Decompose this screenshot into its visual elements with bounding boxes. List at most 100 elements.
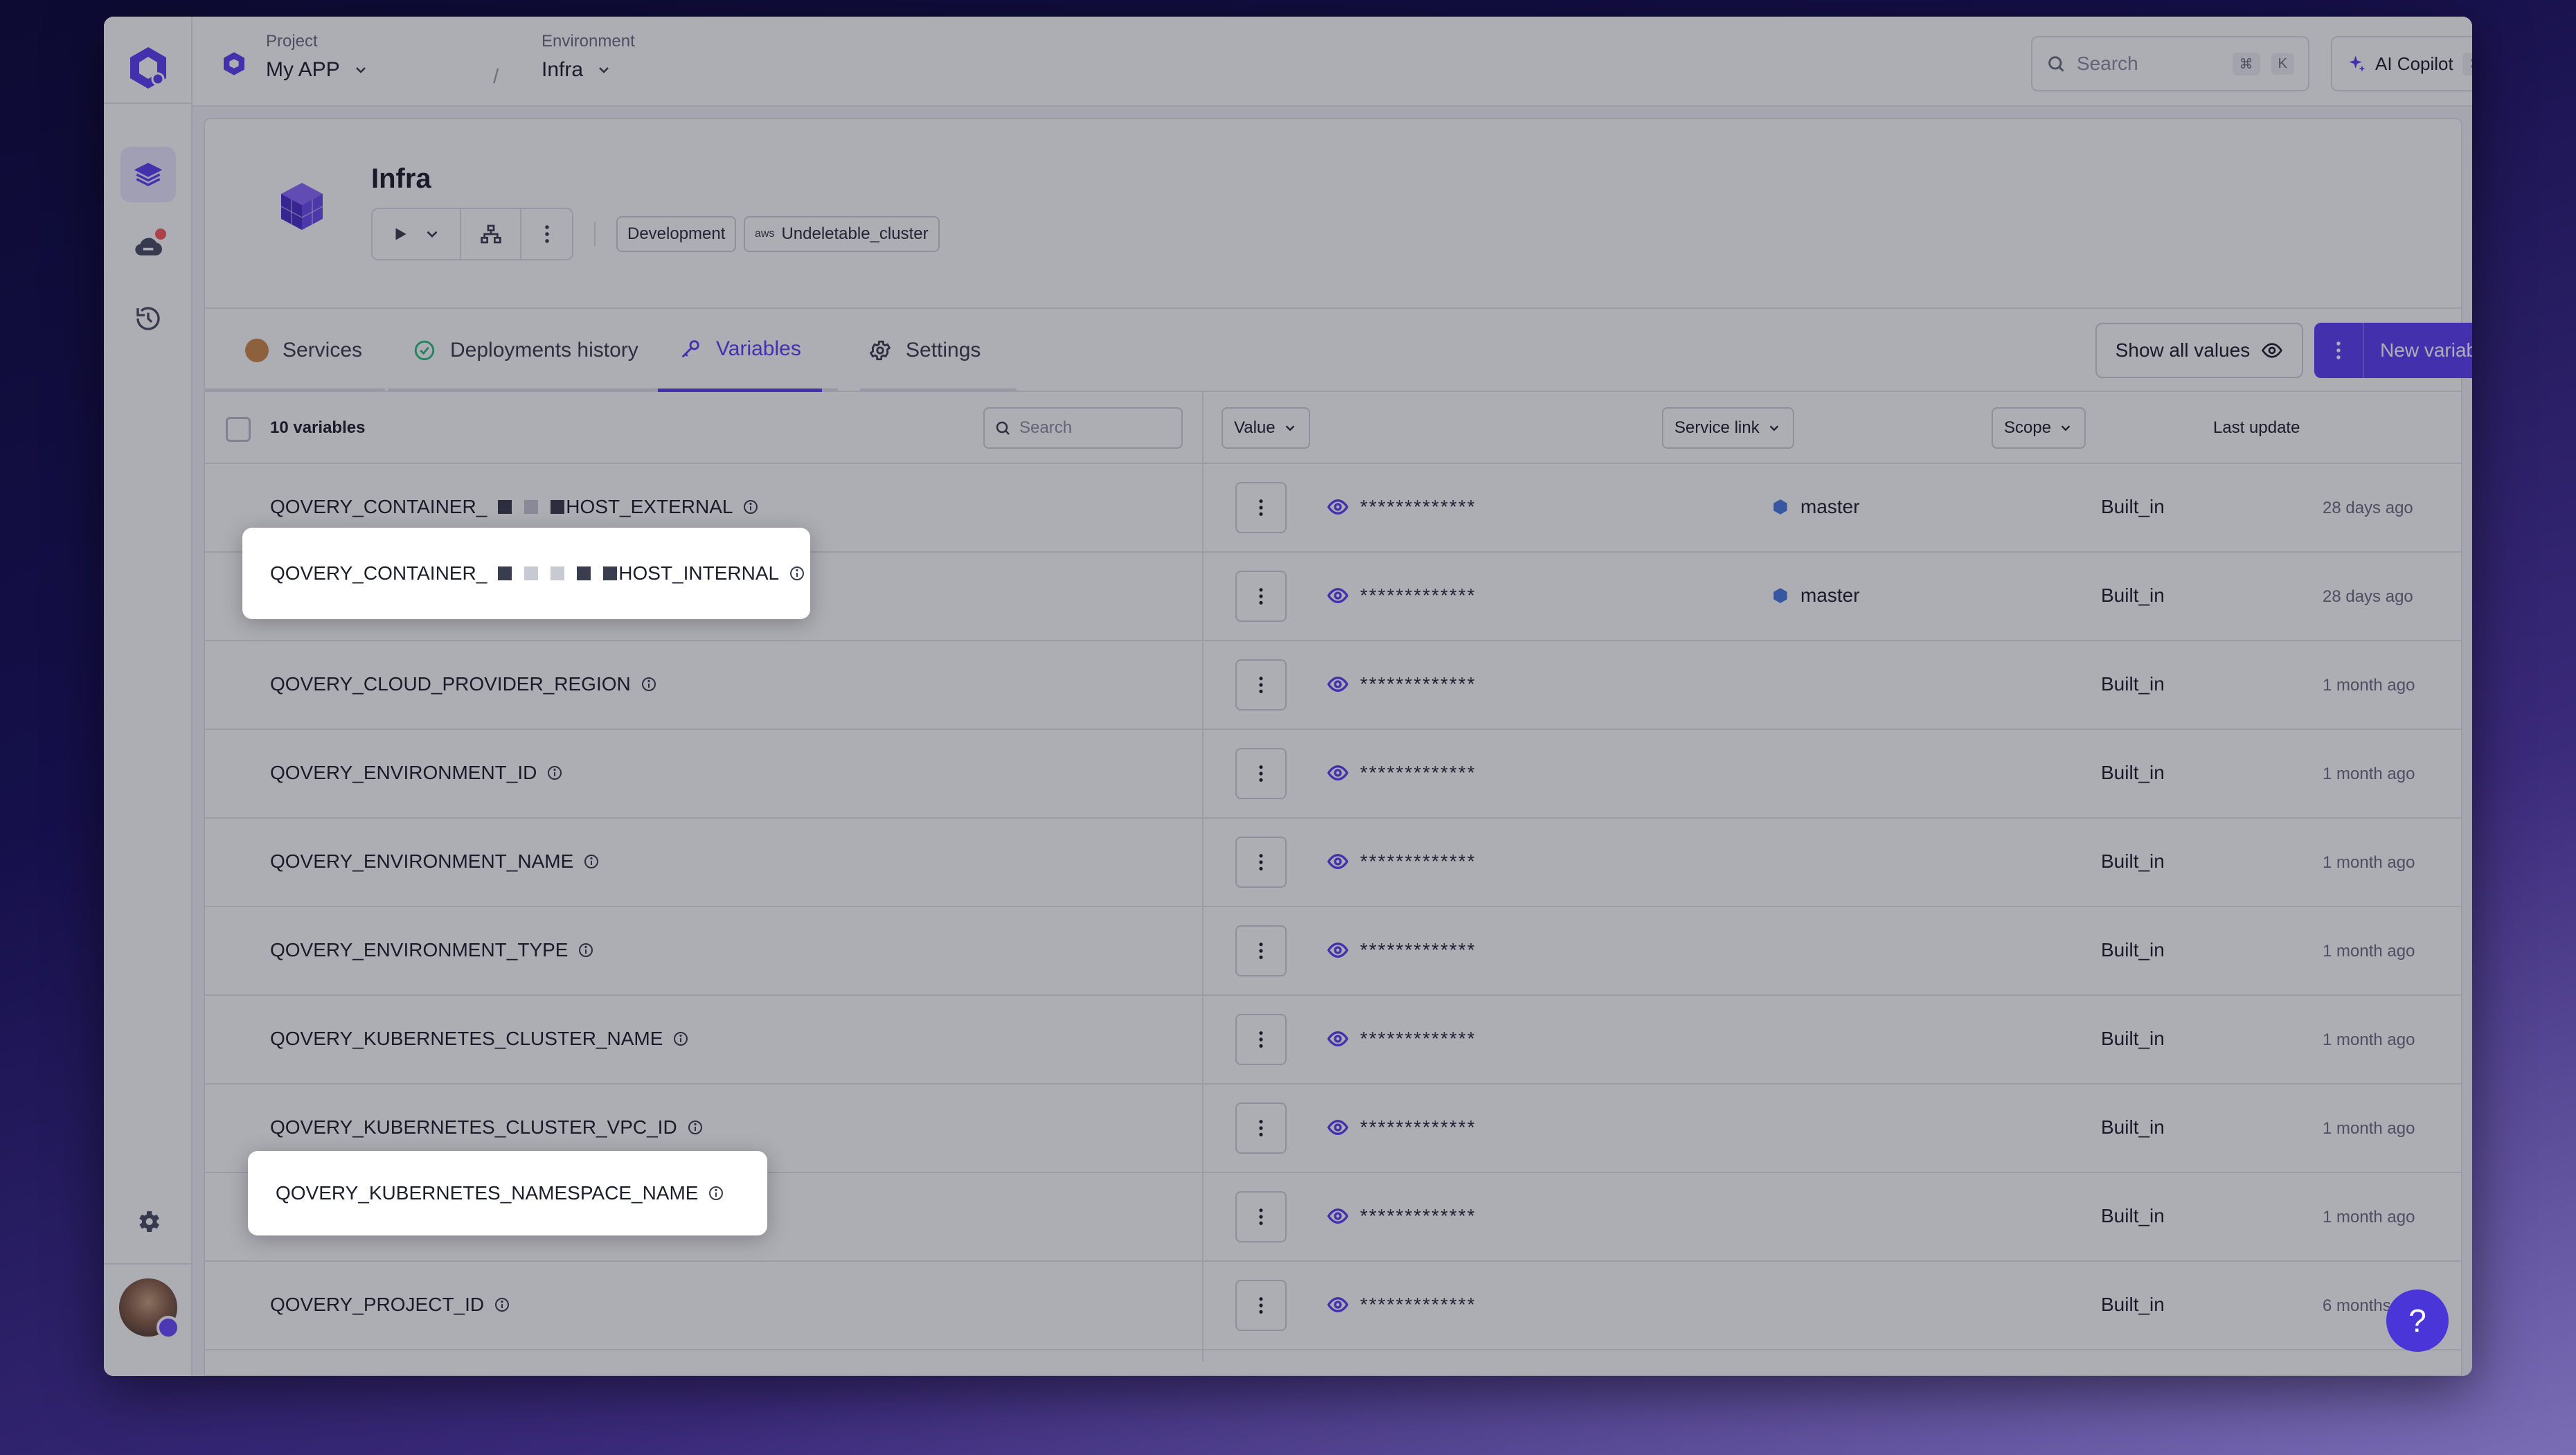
- masked-value: *************: [1360, 584, 1476, 606]
- variable-name-cell: QOVERY_CONTAINER_ HOST_EXTERNAL: [270, 496, 759, 518]
- info-icon[interactable]: [641, 676, 657, 693]
- variable-name: QOVERY_ENVIRONMENT_TYPE: [270, 939, 569, 961]
- new-variable-button[interactable]: New variable: [2364, 339, 2472, 361]
- eye-icon[interactable]: [1327, 1116, 1349, 1139]
- table-row: QOVERY_ENVIRONMENT_ID ************* Built_…: [205, 730, 2461, 819]
- variable-name-prefix: QOVERY_CONTAINER_: [270, 562, 488, 584]
- service-link[interactable]: master: [1771, 496, 1860, 518]
- tab-settings[interactable]: Settings: [848, 309, 1001, 392]
- tab-variables[interactable]: Variables: [658, 309, 822, 392]
- show-all-values-button[interactable]: Show all values: [2095, 323, 2303, 378]
- eye-icon[interactable]: [1327, 939, 1349, 961]
- eye-icon[interactable]: [1327, 1294, 1349, 1316]
- variable-scope: Built_in: [2101, 762, 2165, 783]
- last-update: 1 month ago: [2323, 853, 2415, 872]
- eye-icon[interactable]: [1327, 762, 1349, 784]
- table-search-input[interactable]: Search: [983, 407, 1183, 449]
- kebab-icon: [2336, 341, 2341, 359]
- check-circle-icon: [414, 340, 435, 361]
- avatar-badge: [156, 1316, 180, 1339]
- variable-value: *************: [1327, 1205, 1476, 1227]
- variable-name-cell: QOVERY_ENVIRONMENT_TYPE: [270, 939, 594, 961]
- masked-value: *************: [1360, 1205, 1476, 1226]
- variable-scope: Built_in: [2101, 1116, 2165, 1138]
- info-icon[interactable]: [708, 1185, 724, 1202]
- eye-icon[interactable]: [1327, 584, 1349, 607]
- row-actions-button[interactable]: [1235, 925, 1287, 976]
- value-column-filter[interactable]: Value: [1222, 407, 1310, 449]
- service-link[interactable]: master: [1771, 584, 1860, 607]
- row-actions-button[interactable]: [1235, 1191, 1287, 1242]
- environment-tabs: Services Deployments history Variables S…: [205, 307, 2472, 392]
- info-icon[interactable]: [687, 1119, 704, 1136]
- eye-icon[interactable]: [1327, 1205, 1349, 1227]
- new-variable-menu-button[interactable]: [2314, 323, 2364, 378]
- scope-column-filter[interactable]: Scope: [1992, 407, 2086, 449]
- project-breadcrumb[interactable]: Project My APP: [266, 32, 369, 82]
- eye-icon[interactable]: [1327, 496, 1349, 518]
- variable-value: *************: [1327, 1028, 1476, 1050]
- last-update: 28 days ago: [2323, 587, 2413, 606]
- more-actions-button[interactable]: [521, 209, 572, 259]
- ai-copilot-button[interactable]: AI Copilot ⌘ I: [2331, 36, 2472, 91]
- variable-value: *************: [1327, 673, 1476, 695]
- info-icon[interactable]: [789, 565, 805, 582]
- select-all-checkbox[interactable]: [226, 417, 251, 442]
- info-icon[interactable]: [742, 499, 759, 515]
- environments-nav-button[interactable]: [120, 147, 176, 202]
- chevron-down-icon: [2061, 425, 2070, 431]
- search-shortcut-key: K: [2271, 53, 2294, 75]
- row-actions-button[interactable]: [1235, 482, 1287, 533]
- project-label: Project: [266, 32, 318, 51]
- qovery-logo-icon[interactable]: [125, 44, 172, 91]
- eye-icon[interactable]: [1327, 1028, 1349, 1050]
- service-link-column-filter[interactable]: Service link: [1662, 407, 1794, 449]
- masked-value: *************: [1360, 762, 1476, 783]
- variable-value: *************: [1327, 939, 1476, 961]
- kebab-icon: [1259, 1297, 1263, 1314]
- variable-scope: Built_in: [2101, 1205, 2165, 1226]
- masked-value: *************: [1360, 1294, 1476, 1315]
- row-actions-button[interactable]: [1235, 571, 1287, 622]
- info-icon[interactable]: [583, 853, 600, 870]
- help-button[interactable]: ?: [2386, 1289, 2449, 1352]
- variable-value: *************: [1327, 762, 1476, 784]
- search-placeholder: Search: [2077, 53, 2138, 74]
- table-row: QOVERY_KUBERNETES_CLUSTER_NAME **********…: [205, 996, 2461, 1084]
- tab-deployments-history[interactable]: Deployments history: [392, 309, 659, 392]
- masked-value: *************: [1360, 673, 1476, 695]
- infrastructure-nav-button[interactable]: [120, 219, 176, 274]
- row-actions-button[interactable]: [1235, 659, 1287, 711]
- redaction-mark: [524, 566, 539, 580]
- row-actions-button[interactable]: [1235, 837, 1287, 888]
- column-label: Value: [1234, 418, 1276, 437]
- row-actions-button[interactable]: [1235, 748, 1287, 799]
- settings-nav-button[interactable]: [120, 1194, 176, 1249]
- masked-value: *************: [1360, 496, 1476, 517]
- kebab-icon: [1259, 1208, 1263, 1225]
- tab-services[interactable]: Services: [224, 309, 383, 392]
- environment-breadcrumb[interactable]: Environment Infra: [542, 32, 635, 82]
- variable-name: QOVERY_KUBERNETES_CLUSTER_VPC_ID: [270, 1116, 677, 1138]
- environment-label: Environment: [542, 32, 635, 51]
- eye-icon[interactable]: [1327, 673, 1349, 695]
- row-actions-button[interactable]: [1235, 1103, 1287, 1154]
- info-icon[interactable]: [672, 1030, 689, 1047]
- eye-icon[interactable]: [1327, 850, 1349, 873]
- kebab-icon: [1259, 854, 1263, 871]
- last-update: 1 month ago: [2323, 765, 2415, 783]
- row-actions-button[interactable]: [1235, 1280, 1287, 1331]
- redaction-mark: [603, 566, 618, 580]
- global-search[interactable]: Search ⌘ K: [2031, 36, 2309, 91]
- info-icon[interactable]: [546, 765, 563, 781]
- user-avatar[interactable]: [119, 1278, 180, 1339]
- info-icon[interactable]: [578, 942, 594, 958]
- cluster-tag[interactable]: aws Undeletable_cluster: [744, 216, 940, 252]
- deploy-button[interactable]: [373, 209, 462, 259]
- info-icon[interactable]: [494, 1296, 510, 1313]
- row-actions-button[interactable]: [1235, 1014, 1287, 1065]
- history-nav-button[interactable]: [120, 291, 176, 346]
- topology-button[interactable]: [461, 209, 522, 259]
- variable-value: *************: [1327, 496, 1476, 518]
- column-label: Service link: [1674, 418, 1760, 437]
